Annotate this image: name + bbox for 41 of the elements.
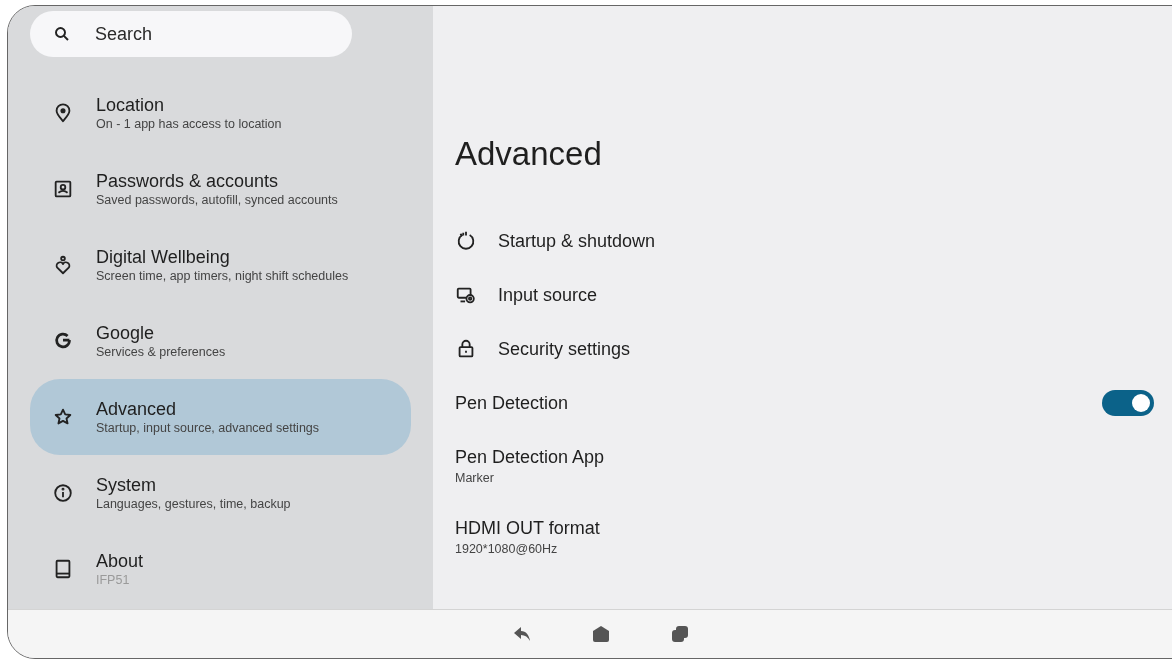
item-subtitle: Saved passwords, autofill, synced accounts: [96, 191, 338, 209]
settings-row[interactable]: Security settings: [455, 322, 1154, 376]
row-title: Startup & shutdown: [498, 230, 656, 252]
item-title: Advanced: [96, 397, 178, 420]
row-subtitle: 1920*1080@60Hz: [455, 541, 558, 556]
item-title: Digital Wellbeing: [96, 245, 231, 268]
item-subtitle: Languages, gestures, time, backup: [96, 495, 291, 513]
settings-row[interactable]: Pen Detection: [455, 376, 1154, 430]
item-title: System: [96, 473, 157, 496]
item-subtitle: Services & preferences: [96, 343, 226, 361]
sidebar-item[interactable]: About IFP51: [30, 531, 411, 607]
item-subtitle: Screen time, app timers, night shift schedules: [96, 267, 349, 285]
sidebar-item[interactable]: System Languages, gestures, time, backup: [30, 455, 411, 531]
item-title: About: [96, 549, 144, 572]
row-title: Input source: [498, 284, 598, 306]
row-subtitle: Marker: [455, 470, 494, 485]
sidebar-item[interactable]: Location On - 1 app has access to location: [30, 75, 411, 151]
item-title: Location: [96, 93, 166, 116]
item-title: Google: [96, 321, 156, 344]
page-title: Advanced: [455, 134, 603, 174]
toggle-switch[interactable]: [1102, 390, 1154, 416]
item-subtitle: IFP51: [96, 571, 131, 589]
info-icon: [52, 482, 74, 504]
search-field[interactable]: Search: [30, 11, 352, 57]
sidebar-item[interactable]: Passwords & accounts Saved passwords, autofill, synced accounts: [30, 151, 411, 227]
sidebar-item[interactable]: Digital Wellbeing Screen time, app timers, night shift schedules: [30, 227, 411, 303]
settings-row[interactable]: Pen Detection App Marker: [455, 430, 1154, 501]
item-subtitle: On - 1 app has access to location: [96, 115, 282, 133]
row-title: HDMI OUT format: [455, 517, 600, 539]
settings-row[interactable]: HDMI OUT format 1920*1080@60Hz: [455, 501, 1154, 572]
sidebar-item[interactable]: Advanced Startup, input source, advanced settings: [30, 379, 411, 455]
row-title: Security settings: [498, 338, 631, 360]
item-subtitle: Startup, input source, advanced settings: [96, 419, 320, 437]
power-icon: [455, 230, 477, 252]
account-card-icon: [52, 178, 74, 200]
item-title: Passwords & accounts: [96, 169, 280, 192]
row-title: Pen Detection App: [455, 446, 605, 468]
row-title: Pen Detection: [455, 392, 570, 414]
settings-row[interactable]: Startup & shutdown: [455, 214, 1154, 268]
sidebar-item[interactable]: Google Services & preferences: [30, 303, 411, 379]
settings-row[interactable]: Input source: [455, 268, 1154, 322]
